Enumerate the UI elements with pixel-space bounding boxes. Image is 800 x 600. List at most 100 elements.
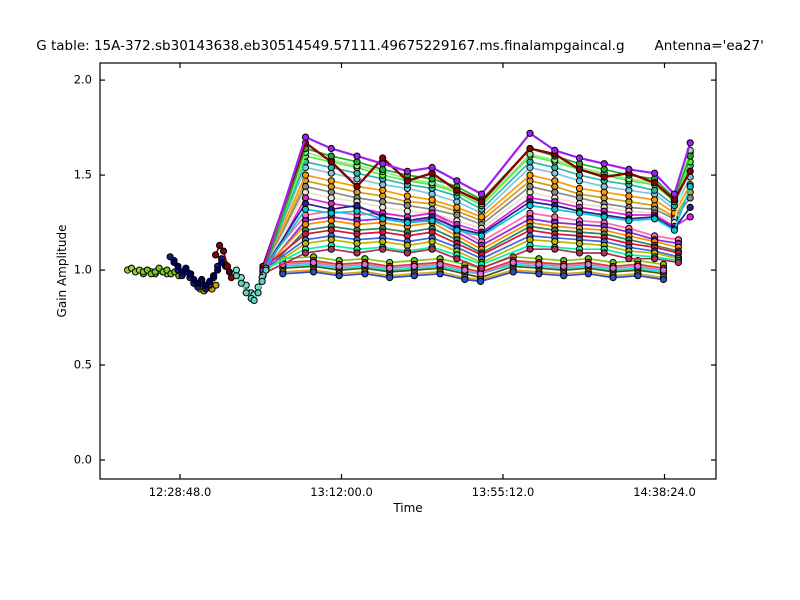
data-point [309, 268, 318, 276]
data-point [353, 249, 361, 257]
data-point [686, 194, 694, 202]
data-point [600, 213, 608, 221]
data-point [232, 272, 240, 280]
data-point [634, 262, 642, 270]
data-point [453, 177, 461, 185]
data-point [560, 272, 568, 280]
data-point [453, 226, 461, 234]
data-point [478, 190, 486, 198]
data-point [327, 209, 335, 217]
data-point [436, 260, 444, 268]
data-point [509, 258, 517, 267]
data-point [327, 158, 335, 166]
data-point [551, 177, 559, 185]
data-point [478, 198, 486, 206]
data-point [223, 262, 232, 270]
data-point [651, 169, 659, 177]
data-point [335, 272, 343, 280]
data-point [686, 139, 694, 147]
data-point [686, 152, 694, 160]
data-point [301, 133, 310, 141]
data-point [575, 184, 584, 192]
data-point [182, 264, 190, 272]
data-point [436, 270, 444, 278]
data-point [651, 215, 659, 223]
data-point [477, 277, 485, 285]
data-point [575, 154, 584, 162]
y-tick-label: 0.0 [74, 453, 92, 467]
y-tick-label: 0.5 [74, 358, 92, 372]
data-point [386, 274, 394, 282]
gain-table-title: G table: 15A-372.sb30143638.eb30514549.5… [36, 38, 625, 54]
data-point [478, 264, 486, 272]
data-point [301, 171, 310, 179]
plot-title: G table: 15A-372.sb30143638.eb30514549.5… [0, 38, 800, 54]
data-point [651, 196, 659, 204]
data-point [535, 260, 543, 268]
antenna-label: Antenna='ea27' [654, 38, 764, 54]
data-point [686, 182, 694, 191]
data-point [379, 186, 387, 194]
data-point [600, 160, 608, 168]
data-point [674, 258, 683, 267]
plotcal-figure: G table: 15A-372.sb30143638.eb30514549.5… [0, 0, 800, 600]
data-point [206, 277, 214, 285]
data-point [403, 192, 411, 200]
data-point [386, 264, 394, 272]
data-point [428, 245, 436, 253]
data-point [651, 255, 659, 263]
data-point [560, 262, 568, 270]
data-point [609, 274, 617, 282]
data-point [600, 188, 608, 196]
data-point [526, 245, 534, 253]
data-point [461, 266, 469, 274]
data-point [625, 192, 633, 200]
data-point [584, 270, 592, 278]
data-point [327, 245, 335, 253]
data-point [403, 219, 411, 227]
data-point [403, 167, 411, 175]
data-point [659, 275, 668, 284]
data-point [686, 203, 694, 211]
data-point [453, 255, 461, 263]
data-point [361, 270, 369, 278]
data-point [250, 296, 258, 304]
data-point [327, 177, 335, 185]
data-point [219, 247, 228, 255]
data-point [526, 201, 534, 210]
data-point [379, 245, 387, 253]
data-point [174, 262, 182, 270]
x-tick-label: 14:38:24.0 [633, 485, 696, 499]
data-point [361, 260, 369, 268]
data-point [279, 270, 287, 278]
data-point [453, 186, 461, 194]
data-point [575, 249, 584, 257]
data-point [526, 144, 534, 153]
data-point [309, 258, 318, 267]
data-point [526, 129, 534, 137]
data-point [379, 160, 387, 168]
data-point [335, 262, 343, 270]
data-point [254, 289, 262, 297]
data-point [216, 241, 224, 249]
data-point [670, 190, 679, 198]
x-axis-label: Time [393, 501, 423, 515]
data-point [428, 163, 436, 172]
data-point [403, 249, 411, 257]
data-point [478, 213, 486, 221]
data-point [353, 182, 361, 191]
data-point [428, 217, 436, 225]
data-point [212, 251, 220, 259]
data-point [625, 255, 633, 263]
data-point [262, 266, 270, 274]
data-point [327, 144, 335, 153]
data-point [625, 217, 633, 225]
data-point [198, 275, 206, 284]
data-point [659, 266, 668, 274]
data-point [600, 173, 608, 181]
data-point [575, 165, 584, 173]
x-tick-label: 13:12:00.0 [310, 485, 373, 499]
x-tick-label: 13:55:12.0 [472, 485, 535, 499]
data-point [428, 196, 436, 204]
data-point [535, 270, 543, 278]
